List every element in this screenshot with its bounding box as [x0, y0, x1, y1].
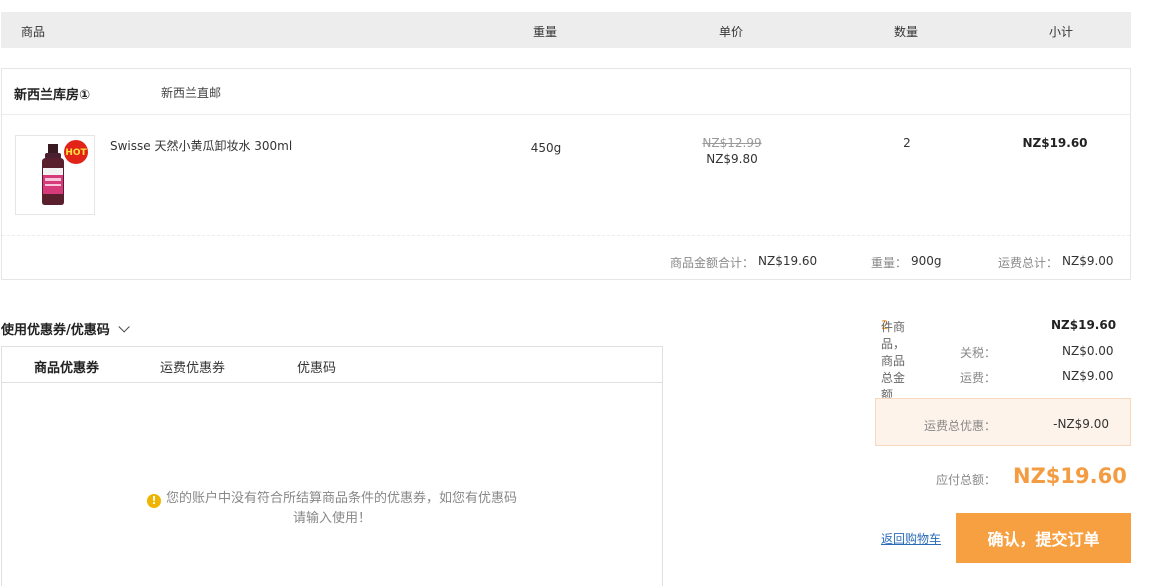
warning-icon: ! [146, 494, 161, 508]
header-unit-price: 单价 [718, 25, 744, 39]
total-weight-value: 900g [911, 254, 942, 268]
order-group: 新西兰库房① 新西兰直邮 HOT Swisse 天然小黄瓜卸妆水 300ml 4… [1, 68, 1131, 280]
amount-value: NZ$19.60 [758, 254, 818, 268]
coupon-empty-message: ! 您的账户中没有符合所结算商品条件的优惠券，如您有优惠码 请输入使用！ [2, 489, 662, 529]
shipping-method: 新西兰直邮 [161, 86, 222, 100]
tax-value: NZ$0.00 [1062, 344, 1114, 358]
warehouse-row: 新西兰库房① 新西兰直邮 [2, 69, 1130, 115]
header-weight: 重量 [532, 25, 558, 39]
payable-total: NZ$19.60 [1013, 464, 1127, 488]
empty-message-line2: 请输入使用！ [292, 511, 371, 526]
shipping-label: 运费： [960, 371, 997, 385]
shipping-value: NZ$9.00 [1062, 369, 1114, 383]
warehouse-name: 新西兰库房① [14, 88, 91, 103]
coupon-panel: 商品优惠券 运费优惠券 优惠码 ! 您的账户中没有符合所结算商品条件的优惠券，如您… [1, 346, 663, 586]
unit-price: NZ$9.80 [706, 152, 758, 166]
coupon-toggle-label: 使用优惠券/优惠码 [1, 323, 110, 338]
product-subtotal: NZ$19.60 [1022, 136, 1088, 150]
tab-promo-code[interactable]: 优惠码 [297, 357, 336, 376]
shipping-total-label: 运费总计： [998, 256, 1059, 270]
discount-label: 运费总优惠： [924, 419, 997, 433]
discount-value: -NZ$9.00 [1053, 417, 1109, 431]
total-weight-label: 重量： [871, 256, 908, 270]
product-name[interactable]: Swisse 天然小黄瓜卸妆水 300ml [110, 137, 292, 154]
product-thumbnail[interactable]: HOT [15, 135, 95, 215]
hot-badge: HOT [65, 148, 87, 158]
submit-order-button[interactable]: 确认，提交订单 [956, 513, 1131, 563]
shipping-total-value: NZ$9.00 [1062, 254, 1114, 268]
item-count-label: 件商品，商品总金额 [881, 320, 906, 402]
product-weight: 450g [530, 141, 562, 155]
product-quantity: 2 [903, 136, 911, 150]
shipping-discount-box: 运费总优惠： -NZ$9.00 [875, 398, 1131, 446]
tab-shipping-coupon[interactable]: 运费优惠券 [160, 357, 225, 376]
header-subtotal: 小计 [1048, 25, 1074, 39]
tax-label: 关税： [960, 346, 997, 360]
amount-label: 商品金额合计： [670, 256, 755, 270]
coupon-toggle[interactable]: 使用优惠券/优惠码 [1, 319, 130, 338]
product-bottle-icon: HOT [42, 140, 88, 205]
header-product: 商品 [21, 25, 46, 39]
goods-total: NZ$19.60 [1051, 318, 1117, 332]
back-to-cart-link[interactable]: 返回购物车 [881, 530, 941, 547]
payable-label: 应付总额： [936, 473, 997, 487]
tab-product-coupon[interactable]: 商品优惠券 [34, 357, 99, 376]
coupon-tabs: 商品优惠券 运费优惠券 优惠码 [2, 347, 662, 383]
table-header: 商品 重量 单价 数量 小计 [1, 12, 1131, 48]
empty-message-line1: 您的账户中没有符合所结算商品条件的优惠券，如您有优惠码 [165, 491, 517, 506]
original-price: NZ$12.99 [702, 136, 762, 150]
chevron-down-icon [118, 320, 130, 333]
header-quantity: 数量 [893, 25, 919, 39]
order-summary-row: 商品金额合计： NZ$19.60 重量： 900g 运费总计： NZ$9.00 [2, 235, 1130, 280]
